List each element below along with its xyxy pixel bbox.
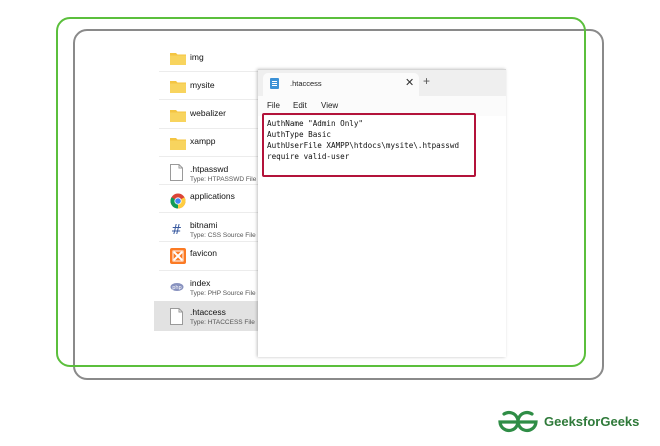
decorative-frame-green (56, 17, 586, 367)
brand-name: GeeksforGeeks (544, 414, 640, 429)
geeksforgeeks-logo-icon (498, 410, 538, 433)
